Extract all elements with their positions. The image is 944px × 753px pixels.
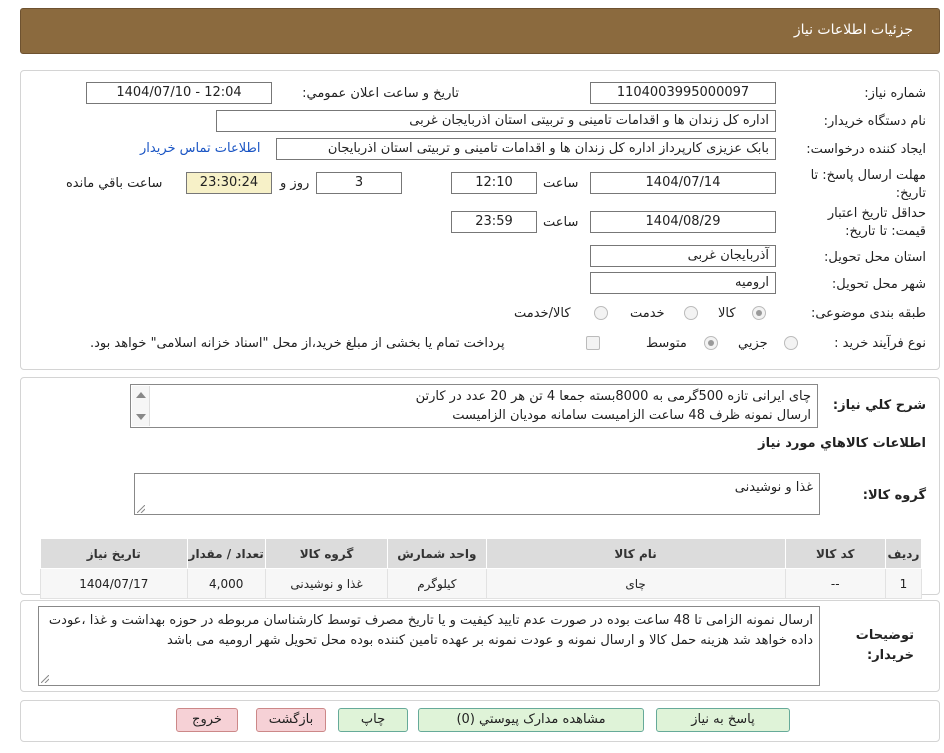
- send-deadline-label-2: تاریخ:: [895, 186, 926, 201]
- goods-section-title: اطلاعات کالاهاي مورد نیاز: [758, 436, 926, 451]
- goods-group-field: غذا و نوشیدنی: [134, 473, 820, 515]
- cell-group: غذا و نوشیدنی: [264, 568, 389, 599]
- category-radio-goods[interactable]: [752, 306, 766, 320]
- process-radio-small[interactable]: [784, 336, 798, 350]
- category-option-service: خدمت: [630, 306, 665, 321]
- category-label: طبقه بندی موضوعی:: [810, 306, 926, 321]
- col-header-row: ردیف: [884, 538, 923, 569]
- announce-date-label: تاریخ و ساعت اعلان عمومي:: [302, 86, 459, 101]
- buyer-contact-link[interactable]: اطلاعات تماس خریدار: [140, 141, 260, 156]
- buyer-notes-label: توضیحات: [855, 628, 914, 643]
- cell-quantity: 4,000: [186, 568, 266, 599]
- description-line-2: ارسال نمونه ظرف 48 ساعت الزامیست سامانه …: [452, 408, 811, 423]
- province-field: آذربایجان غربی: [590, 245, 776, 267]
- col-header-quantity: تعداد / مقدار: [186, 538, 266, 569]
- goods-group-label: گروه کالا:: [862, 488, 926, 503]
- page-title: جزئیات اطلاعات نیاز: [793, 22, 913, 38]
- buyer-org-field: اداره کل زندان ها و اقدامات تامینی و ترب…: [216, 110, 776, 132]
- print-button[interactable]: چاپ: [338, 708, 408, 732]
- description-line-1: چای ایرانی تازه 500گرمی به 8000بسته جمعا…: [415, 389, 811, 404]
- province-label: استان محل تحویل:: [824, 250, 926, 265]
- process-option-medium: متوسط: [646, 336, 687, 351]
- category-option-goods: کالا: [718, 306, 736, 321]
- buyer-notes-label-2: خریدار:: [867, 648, 914, 663]
- notes-resize-handle-icon: [41, 675, 49, 683]
- cell-row-number: 1: [884, 568, 923, 599]
- category-option-both: کالا/خدمت: [514, 306, 571, 321]
- scroll-arrows-icon: [136, 392, 146, 420]
- send-date-field: 1404/07/14: [590, 172, 776, 194]
- validity-time-field: 23:59: [451, 211, 537, 233]
- cell-name: چای: [485, 568, 786, 599]
- col-header-name: نام کالا: [485, 538, 786, 569]
- col-header-unit: واحد شمارش: [387, 538, 487, 569]
- validity-date-field: 1404/08/29: [590, 211, 776, 233]
- description-label: شرح کلي نیاز:: [832, 398, 926, 413]
- send-deadline-label: مهلت ارسال پاسخ: تا: [810, 168, 926, 183]
- buyer-notes-field: ارسال نمونه الزامی تا 48 ساعت بوده در صو…: [38, 606, 820, 686]
- goods-table-header: ردیف کد کالا نام کالا واحد شمارش گروه کا…: [40, 538, 923, 569]
- category-radio-service[interactable]: [684, 306, 698, 320]
- validity-label-2: قیمت: تا تاریخ:: [845, 224, 926, 239]
- cell-code: --: [784, 568, 886, 599]
- city-label: شهر محل تحویل:: [831, 277, 926, 292]
- cell-unit: کیلوگرم: [387, 568, 487, 599]
- treasury-checkbox[interactable]: [586, 336, 600, 350]
- days-field: 3: [316, 172, 402, 194]
- requester-label: ایجاد کننده درخواست:: [806, 142, 926, 157]
- buyer-org-label: نام دستگاه خریدار:: [823, 114, 926, 129]
- remaining-time-label: ساعت باقي مانده: [66, 176, 163, 191]
- remaining-time-field: 23:30:24: [186, 172, 272, 194]
- validity-time-label: ساعت: [543, 215, 579, 230]
- back-button[interactable]: بازگشت: [256, 708, 326, 732]
- need-number-field: 1104003995000097: [590, 82, 776, 104]
- city-field: ارومیه: [590, 272, 776, 294]
- resize-handle-icon: [137, 505, 145, 513]
- days-label: روز و: [280, 176, 310, 191]
- col-header-need-date: تاریخ نیاز: [40, 538, 188, 569]
- table-row: 1 -- چای کیلوگرم غذا و نوشیدنی 4,000 140…: [40, 568, 923, 599]
- validity-label: حداقل تاریخ اعتبار: [827, 206, 926, 221]
- requester-field: بابک عزیزی کارپرداز اداره کل زندان ها و …: [276, 138, 776, 160]
- page-header: جزئیات اطلاعات نیاز: [20, 8, 940, 54]
- treasury-note: پرداخت تمام یا بخشی از مبلغ خرید،از محل …: [90, 336, 505, 351]
- attachments-button[interactable]: مشاهده مدارک پیوستي (0): [418, 708, 644, 732]
- description-scrollbar[interactable]: [132, 386, 150, 426]
- announce-date-field: 1404/07/10 - 12:04: [86, 82, 272, 104]
- exit-button[interactable]: خروج: [176, 708, 238, 732]
- process-type-label: نوع فرآیند خرید :: [834, 336, 926, 351]
- cell-need-date: 1404/07/17: [40, 568, 188, 599]
- send-time-field: 12:10: [451, 172, 537, 194]
- process-radio-medium[interactable]: [704, 336, 718, 350]
- reply-button[interactable]: پاسخ به نیاز: [656, 708, 790, 732]
- description-field: چای ایرانی تازه 500گرمی به 8000بسته جمعا…: [130, 384, 818, 428]
- col-header-code: کد کالا: [784, 538, 886, 569]
- need-number-label: شماره نیاز:: [864, 86, 926, 101]
- category-radio-both[interactable]: [594, 306, 608, 320]
- col-header-group: گروه کالا: [264, 538, 389, 569]
- goods-table: ردیف کد کالا نام کالا واحد شمارش گروه کا…: [40, 538, 923, 599]
- send-time-label: ساعت: [543, 176, 579, 191]
- process-option-small: جزیي: [738, 336, 768, 351]
